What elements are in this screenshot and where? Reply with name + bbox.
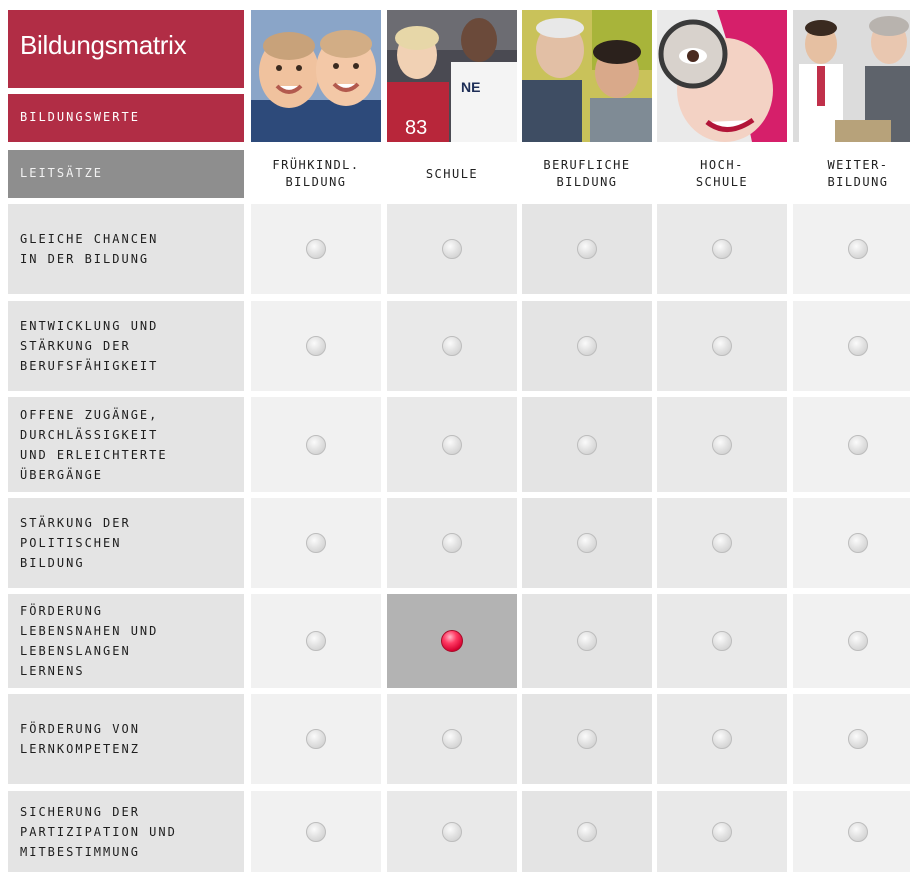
radio-button-icon[interactable] [306, 631, 326, 651]
matrix-cell[interactable] [793, 694, 910, 784]
radio-button-icon[interactable] [712, 729, 732, 749]
matrix-cell[interactable] [657, 694, 787, 784]
matrix-cell[interactable] [387, 301, 517, 391]
column-header-1: FRÜHKINDL. BILDUNG [272, 158, 360, 189]
matrix-cell[interactable] [657, 498, 787, 588]
radio-button-icon[interactable] [848, 631, 868, 651]
radio-button-icon[interactable] [306, 729, 326, 749]
radio-selected-icon[interactable] [441, 630, 463, 652]
column-header-4: HOCH- SCHULE [695, 158, 749, 189]
matrix-cell[interactable] [251, 397, 381, 492]
radio-button-icon[interactable] [442, 239, 462, 259]
section-subtitle: BILDUNGSWERTE [8, 94, 244, 142]
radio-button-icon[interactable] [712, 533, 732, 553]
radio-button-icon[interactable] [306, 239, 326, 259]
adult-learners-photo [793, 10, 910, 142]
matrix-cell[interactable] [251, 594, 381, 688]
radio-button-icon[interactable] [442, 533, 462, 553]
radio-button-icon[interactable] [848, 533, 868, 553]
toddlers-photo [251, 10, 381, 142]
matrix-cell[interactable] [793, 301, 910, 391]
radio-button-icon[interactable] [577, 821, 597, 842]
app-title: Bildungsmatrix [8, 10, 244, 88]
row-header-label: LEITSÄTZE [8, 150, 244, 198]
matrix-cell[interactable] [793, 594, 910, 688]
radio-button-icon[interactable] [306, 533, 326, 553]
matrix-cell[interactable] [387, 791, 517, 872]
radio-button-icon[interactable] [712, 821, 732, 842]
matrix-cell[interactable] [522, 694, 652, 784]
matrix-cell[interactable] [251, 791, 381, 872]
radio-button-icon[interactable] [306, 434, 326, 455]
radio-button-icon[interactable] [577, 729, 597, 749]
radio-button-icon[interactable] [712, 434, 732, 455]
radio-button-icon[interactable] [848, 336, 868, 356]
column-header-2: SCHULE [425, 166, 479, 181]
column-header-3: BERUFLICHE BILDUNG [543, 158, 631, 189]
radio-button-icon[interactable] [577, 336, 597, 356]
svg-text:83: 83 [405, 117, 427, 139]
matrix-cell[interactable] [793, 498, 910, 588]
matrix-cell[interactable] [657, 301, 787, 391]
radio-button-icon[interactable] [848, 434, 868, 455]
radio-button-icon[interactable] [442, 729, 462, 749]
matrix-cell[interactable] [251, 301, 381, 391]
matrix-cell[interactable] [387, 594, 517, 688]
matrix-cell[interactable] [657, 397, 787, 492]
radio-button-icon[interactable] [577, 434, 597, 455]
row-label-5: FÖRDERUNG LEBENSNAHEN UND LEBENSLANGEN L… [8, 594, 244, 688]
radio-button-icon[interactable] [712, 239, 732, 259]
radio-button-icon[interactable] [848, 239, 868, 259]
trainee-photo [522, 10, 652, 142]
matrix-cell[interactable] [793, 791, 910, 872]
schoolchildren-photo: 83 NE [387, 10, 517, 142]
matrix-cell[interactable] [522, 301, 652, 391]
radio-button-icon[interactable] [442, 434, 462, 455]
radio-button-icon[interactable] [848, 821, 868, 842]
matrix-cell[interactable] [793, 204, 910, 294]
matrix-cell[interactable] [251, 498, 381, 588]
row-label-2: ENTWICKLUNG UND STÄRKUNG DER BERUFSFÄHIG… [8, 301, 244, 391]
student-magnifier-photo [657, 10, 787, 142]
matrix-cell[interactable] [387, 397, 517, 492]
svg-text:NE: NE [461, 79, 480, 95]
radio-button-icon[interactable] [442, 336, 462, 356]
radio-button-icon[interactable] [712, 631, 732, 651]
radio-button-icon[interactable] [577, 631, 597, 651]
column-header-5: WEITER- BILDUNG [827, 158, 889, 189]
matrix-cell[interactable] [522, 498, 652, 588]
matrix-cell[interactable] [251, 204, 381, 294]
matrix-cell[interactable] [522, 594, 652, 688]
matrix-cell[interactable] [657, 594, 787, 688]
row-label-1: GLEICHE CHANCEN IN DER BILDUNG [8, 204, 244, 294]
row-label-3: OFFENE ZUGÄNGE, DURCHLÄSSIGKEIT UND ERLE… [8, 397, 244, 492]
matrix-cell[interactable] [793, 397, 910, 492]
radio-button-icon[interactable] [712, 336, 732, 356]
radio-button-icon[interactable] [306, 336, 326, 356]
matrix-cell[interactable] [387, 694, 517, 784]
radio-button-icon[interactable] [577, 239, 597, 259]
matrix-cell[interactable] [657, 791, 787, 872]
radio-button-icon[interactable] [442, 821, 462, 842]
radio-button-icon[interactable] [577, 533, 597, 553]
matrix-cell[interactable] [387, 498, 517, 588]
row-label-4: STÄRKUNG DER POLITISCHEN BILDUNG [8, 498, 244, 588]
row-label-6: FÖRDERUNG VON LERNKOMPETENZ [8, 694, 244, 784]
matrix-cell[interactable] [522, 397, 652, 492]
matrix-cell[interactable] [657, 204, 787, 294]
matrix-cell[interactable] [387, 204, 517, 294]
matrix-cell[interactable] [251, 694, 381, 784]
matrix-cell[interactable] [522, 204, 652, 294]
radio-button-icon[interactable] [306, 821, 326, 842]
matrix-cell[interactable] [522, 791, 652, 872]
radio-button-icon[interactable] [848, 729, 868, 749]
row-label-7: SICHERUNG DER PARTIZIPATION UND MITBESTI… [8, 791, 244, 872]
